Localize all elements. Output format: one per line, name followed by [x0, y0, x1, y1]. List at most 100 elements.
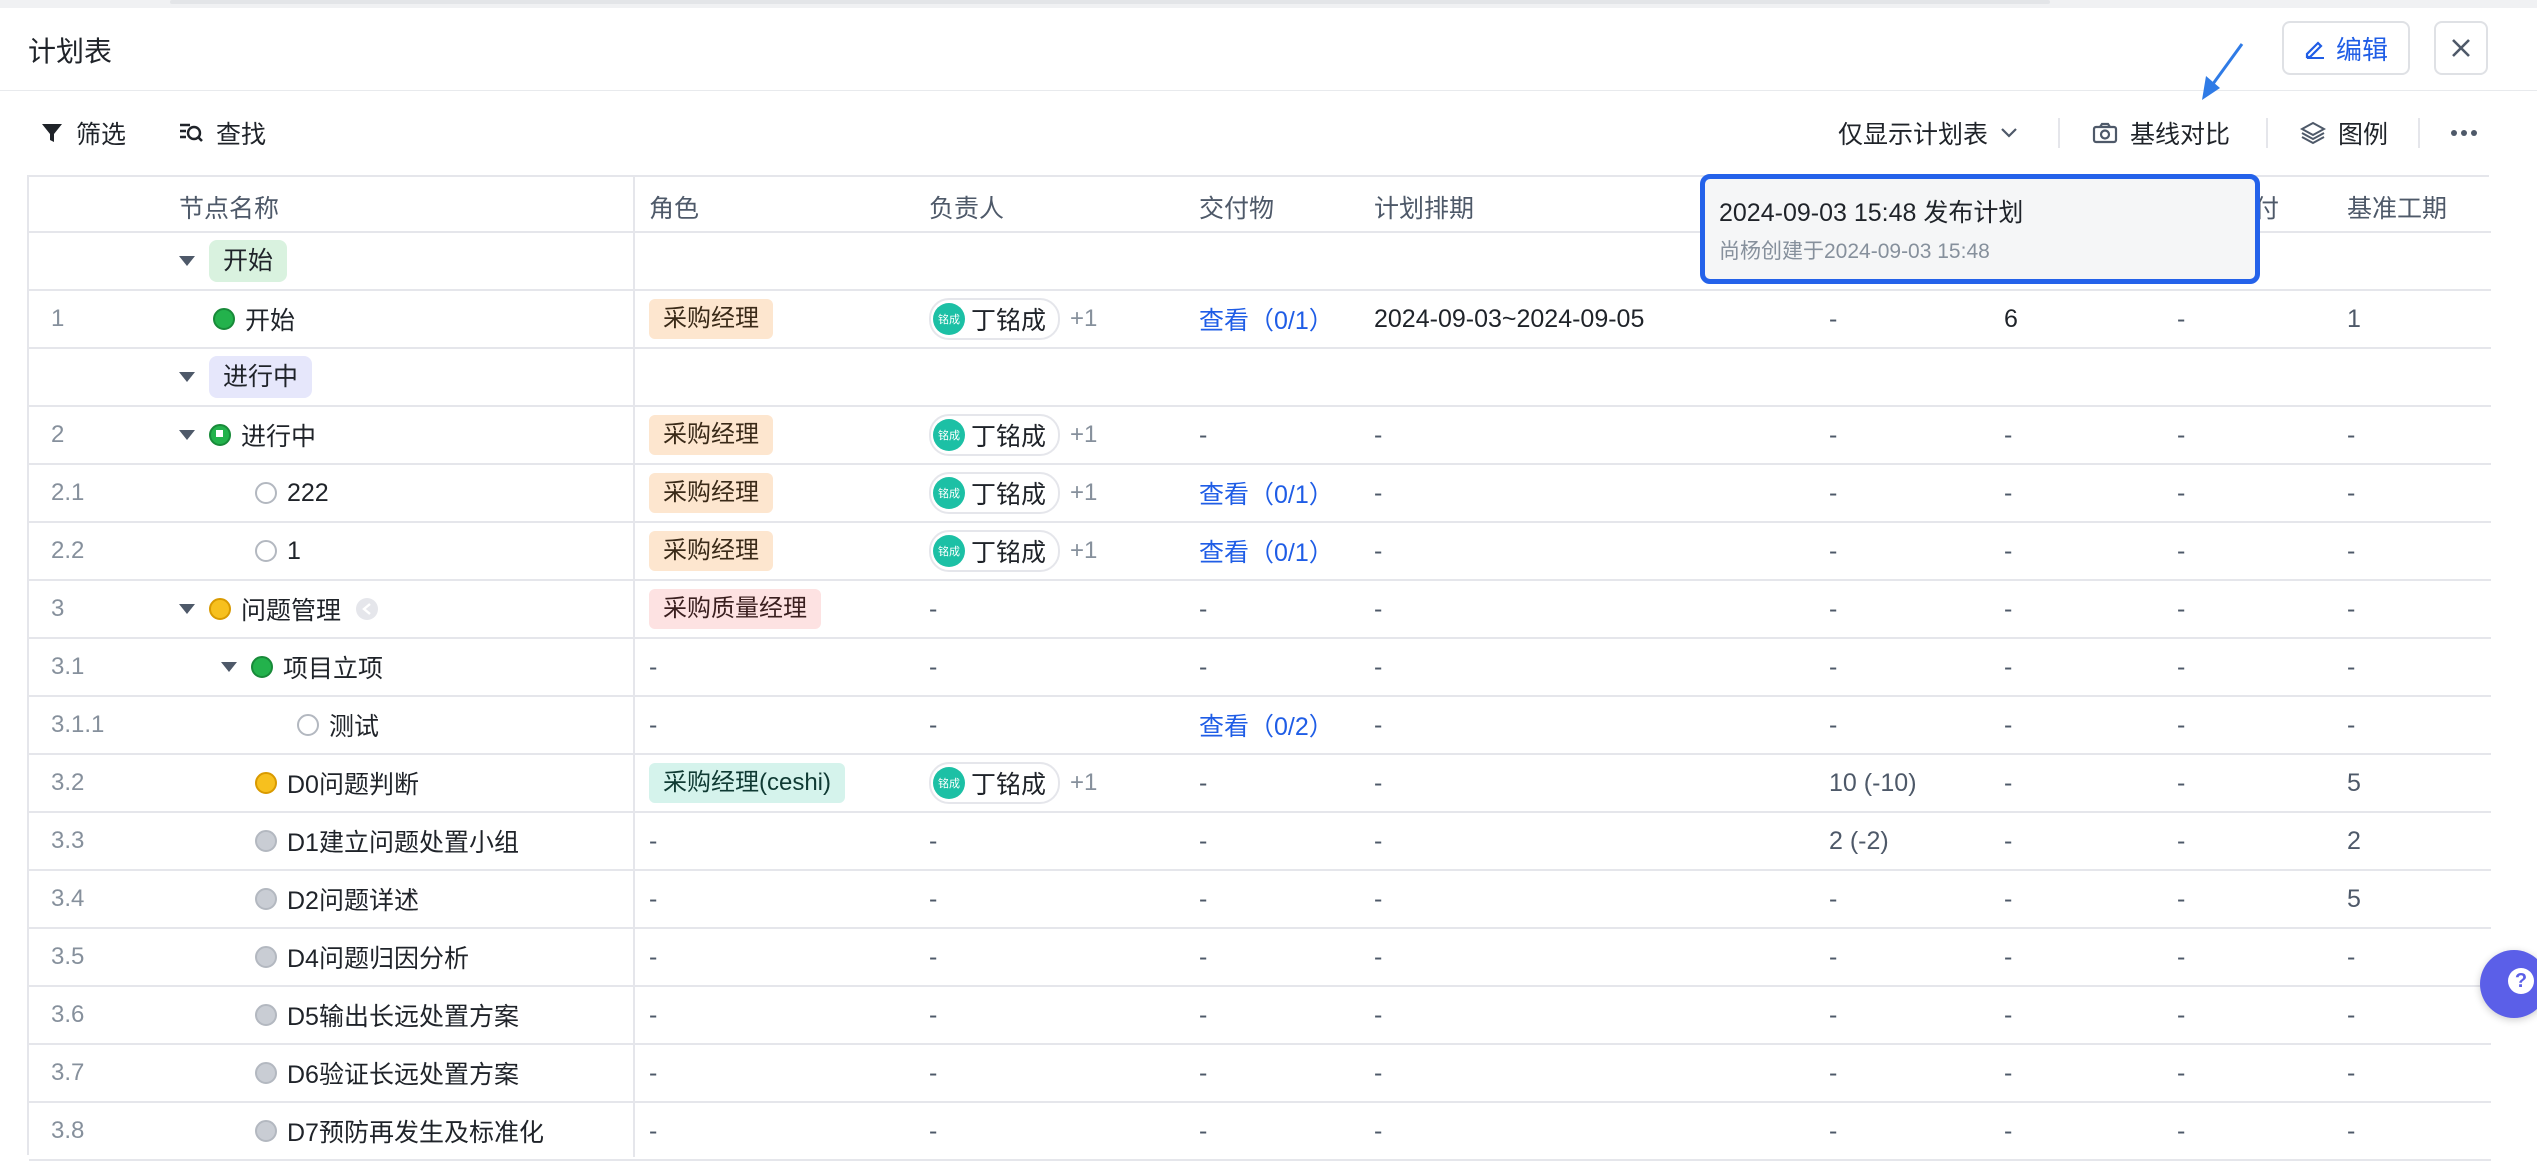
node-name[interactable]: 测试 [329, 707, 379, 743]
node-name[interactable]: 222 [287, 479, 329, 508]
baseline-duration-cell: - [2347, 942, 2356, 971]
deliverable-link[interactable]: 查看（0/1） [1199, 523, 1334, 579]
owner-plus-count[interactable]: +1 [1070, 537, 1097, 565]
group-row-in-progress[interactable]: 进行中 [29, 349, 2491, 407]
row-number: 2.1 [51, 479, 85, 506]
owner-chip[interactable]: 铭成 丁铭成 [929, 298, 1061, 340]
owner-plus-count[interactable]: +1 [1070, 305, 1097, 333]
deliverable-cell: - [1199, 942, 1208, 971]
role-cell: - [649, 652, 658, 681]
owner-chip[interactable]: 铭成 丁铭成 [929, 472, 1061, 514]
table-row[interactable]: 3.4 D2问题详述 - - - - - - - 5 [29, 871, 2491, 929]
legend-button[interactable]: 图例 [2300, 114, 2388, 152]
baseline-duration-cell: 1 [2347, 304, 2361, 333]
popover-title[interactable]: 2024-09-03 15:48 发布计划 [1719, 193, 2023, 229]
role-cell: - [649, 1116, 658, 1145]
col-role[interactable]: 角色 [649, 189, 699, 225]
node-name[interactable]: 问题管理 [241, 591, 341, 627]
col-baseline-duration[interactable]: 基准工期 [2347, 189, 2447, 225]
baseline-compare-button[interactable]: 基线对比 [2092, 114, 2230, 152]
owner-cell[interactable]: 铭成 丁铭成 +1 [929, 755, 1097, 811]
owner-plus-count[interactable]: +1 [1070, 421, 1097, 449]
node-name[interactable]: D0问题判断 [287, 765, 419, 801]
caret-down-icon[interactable] [179, 372, 195, 382]
view-select[interactable]: 仅显示计划表 [1838, 114, 2018, 152]
col-deliverable[interactable]: 交付物 [1199, 189, 1274, 225]
table-row[interactable]: 3.1.1 测试 - - 查看（0/2） - - - - - [29, 697, 2491, 755]
owner-cell[interactable]: 铭成 丁铭成 +1 [929, 291, 1097, 347]
baseline-duration-cell: - [2347, 652, 2356, 681]
node-name[interactable]: D7预防再发生及标准化 [287, 1113, 544, 1149]
table-row[interactable]: 3.5 D4问题归因分析 - - - - - - - - [29, 929, 2491, 987]
caret-down-icon[interactable] [179, 256, 195, 266]
node-name[interactable]: 项目立项 [283, 649, 383, 685]
table-row[interactable]: 1 开始 采购经理 铭成 丁铭成 +1 查看（0/1） 2024-09-03~202… [29, 291, 2491, 349]
row-number: 3.5 [51, 943, 85, 970]
value-cell: - [1829, 536, 1838, 565]
table-row[interactable]: 3 问题管理 采购质量经理 - - - - - - - [29, 581, 2491, 639]
row-number: 3.1 [51, 653, 85, 680]
table-row[interactable]: 3.1 项目立项 - - - - - - - - [29, 639, 2491, 697]
baseline-duration-cell: 5 [2347, 768, 2361, 797]
node-name[interactable]: 开始 [245, 301, 295, 337]
status-empty-icon [255, 540, 277, 562]
node-name-cell: D5输出长远处置方案 [255, 987, 519, 1043]
filter-button[interactable]: 筛选 [40, 114, 126, 152]
table-row[interactable]: 3.2 D0问题判断 采购经理(ceshi) 铭成 丁铭成 +1 - - 10 (-… [29, 755, 2491, 813]
caret-down-icon[interactable] [221, 662, 237, 672]
deliverable-cell: - [1199, 594, 1208, 623]
node-name[interactable]: 1 [287, 537, 301, 566]
caret-down-icon[interactable] [179, 430, 195, 440]
node-name[interactable]: D5输出长远处置方案 [287, 997, 519, 1033]
role-tag: 采购经理 [649, 299, 773, 339]
owner-chip[interactable]: 铭成 丁铭成 [929, 414, 1061, 456]
owner-cell[interactable]: 铭成 丁铭成 +1 [929, 523, 1097, 579]
node-name[interactable]: D6验证长远处置方案 [287, 1055, 519, 1091]
owner-name: 丁铭成 [971, 771, 1047, 799]
owner-cell[interactable]: 铭成 丁铭成 +1 [929, 407, 1097, 463]
owner-plus-count[interactable]: +1 [1070, 769, 1097, 797]
role-cell: 采购经理 [649, 291, 773, 347]
col-schedule[interactable]: 计划排期 [1374, 189, 1474, 225]
col-owner[interactable]: 负责人 [929, 189, 1004, 225]
table-row[interactable]: 3.6 D5输出长远处置方案 - - - - - - - - [29, 987, 2491, 1045]
node-name-cell: D6验证长远处置方案 [255, 1045, 519, 1101]
chevron-down-icon [2001, 128, 2017, 138]
status-gray-icon [255, 830, 277, 852]
node-name[interactable]: 进行中 [241, 417, 316, 453]
schedule-cell: - [1374, 884, 1383, 913]
owner-chip[interactable]: 铭成 丁铭成 [929, 762, 1061, 804]
node-name[interactable]: D2问题详述 [287, 881, 419, 917]
table-row[interactable]: 2 进行中 采购经理 铭成 丁铭成 +1 - - - - - - [29, 407, 2491, 465]
node-name-cell: D1建立问题处置小组 [255, 813, 519, 869]
node-name[interactable]: D1建立问题处置小组 [287, 823, 519, 859]
deliverable-link[interactable]: 查看（0/2） [1199, 697, 1334, 753]
table-row[interactable]: 2.1 222 采购经理 铭成 丁铭成 +1 查看（0/1） - - - - - [29, 465, 2491, 523]
table-row[interactable]: 2.2 1 采购经理 铭成 丁铭成 +1 查看（0/1） - - - - - [29, 523, 2491, 581]
edit-button[interactable]: 编辑 [2282, 21, 2410, 75]
baseline-popover[interactable]: 2024-09-03 15:48 发布计划 尚杨创建于2024-09-03 15… [1700, 174, 2260, 284]
caret-down-icon[interactable] [179, 604, 195, 614]
node-name[interactable]: D4问题归因分析 [287, 939, 469, 975]
more-button[interactable] [2450, 114, 2478, 152]
deliverable-link[interactable]: 查看（0/1） [1199, 465, 1334, 521]
edit-pencil-icon [2305, 41, 2324, 59]
panel-header: 计划表 编辑 [0, 8, 2537, 91]
owner-chip[interactable]: 铭成 丁铭成 [929, 530, 1061, 572]
value-cell: - [2004, 826, 2013, 855]
col-node-name[interactable]: 节点名称 [179, 189, 279, 225]
table-row[interactable]: 3.7 D6验证长远处置方案 - - - - - - - - [29, 1045, 2491, 1103]
baseline-duration-cell: 2 [2347, 826, 2361, 855]
node-name-cell: D7预防再发生及标准化 [255, 1103, 544, 1159]
table-row[interactable]: 3.8 D7预防再发生及标准化 - - - - - - - - [29, 1103, 2491, 1161]
close-button[interactable] [2434, 21, 2488, 75]
deliverable-link[interactable]: 查看（0/1） [1199, 291, 1334, 347]
owner-cell[interactable]: 铭成 丁铭成 +1 [929, 465, 1097, 521]
value-cell: - [2177, 478, 2186, 507]
owner-plus-count[interactable]: +1 [1070, 479, 1097, 507]
value-cell: - [1829, 1058, 1838, 1087]
table-row[interactable]: 3.3 D1建立问题处置小组 - - - - 2 (-2) - - 2 [29, 813, 2491, 871]
find-button[interactable]: 查找 [178, 114, 266, 152]
row-number: 3.2 [51, 769, 85, 796]
share-icon[interactable] [355, 597, 379, 621]
